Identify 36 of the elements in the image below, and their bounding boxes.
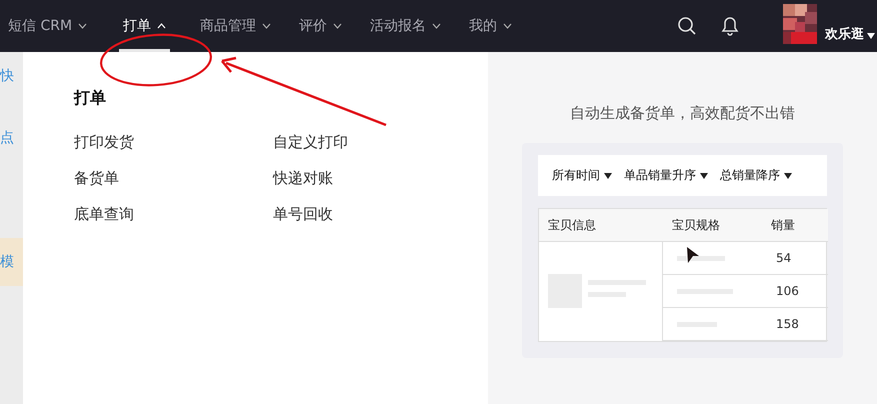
chevron-icon[interactable]	[333, 23, 342, 29]
table-cell: 158	[762, 308, 828, 341]
filter-label: 单品销量升序	[624, 167, 696, 184]
table-cell: 106	[762, 275, 828, 308]
column-header: 宝贝规格	[663, 209, 762, 242]
placeholder-bar	[677, 256, 725, 260]
column-header: 销量	[762, 209, 828, 242]
caret-icon	[784, 172, 792, 178]
menu-item[interactable]: 打印发货	[74, 131, 134, 153]
column-header: 宝贝信息	[539, 209, 663, 242]
cursor-icon	[686, 246, 700, 264]
caret-icon	[604, 172, 612, 178]
nav-tab[interactable]: 商品管理	[196, 0, 276, 52]
menu-heading: 打单	[74, 88, 107, 109]
filter-label: 总销量降序	[720, 167, 780, 184]
caret-icon	[700, 172, 708, 178]
bell-icon[interactable]	[721, 16, 739, 36]
nav-tab[interactable]: 活动报名	[366, 0, 446, 52]
table-cell: 54	[762, 242, 828, 275]
user-name[interactable]: 欢乐逛	[825, 25, 864, 43]
chevron-icon[interactable]	[503, 23, 512, 29]
nav-tab[interactable]: 我的	[465, 0, 516, 52]
nav-tab[interactable]: 短信 CRM	[4, 0, 92, 52]
chevron-icon[interactable]	[78, 23, 88, 29]
caret-icon[interactable]	[867, 33, 875, 39]
promo-caption: 自动生成备货单，高效配货不出错	[570, 104, 795, 123]
chevron-icon[interactable]	[432, 23, 442, 29]
search-icon[interactable]	[677, 16, 697, 36]
menu-item[interactable]: 备货单	[74, 167, 119, 189]
menu-item[interactable]: 快递对账	[273, 167, 333, 189]
menu-item[interactable]: 自定义打印	[273, 131, 348, 153]
chevron-icon[interactable]	[262, 23, 272, 29]
filter-label: 所有时间	[552, 167, 600, 184]
menu-item[interactable]: 底单查询	[74, 203, 134, 225]
menu-item[interactable]: 单号回收	[273, 203, 333, 225]
nav-tab[interactable]: 评价	[295, 0, 346, 52]
